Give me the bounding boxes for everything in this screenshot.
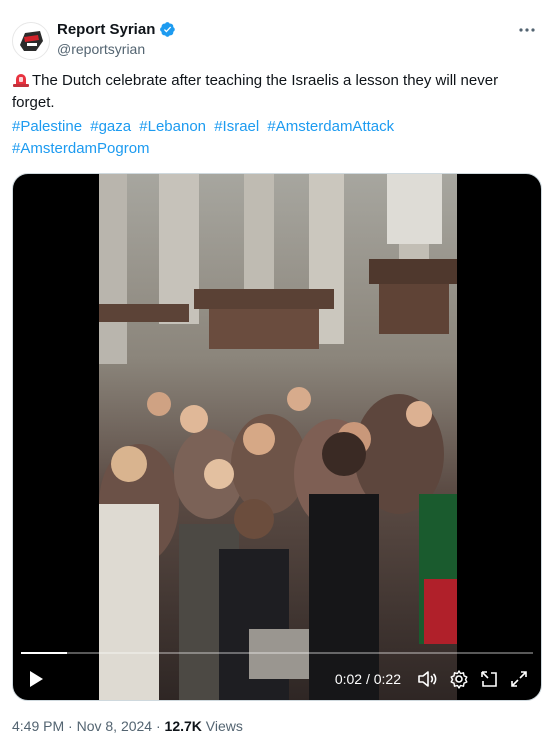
hashtag-list: #Palestine #gaza #Lebanon #Israel #Amste… bbox=[12, 116, 512, 160]
tweet-body: The Dutch celebrate after teaching the I… bbox=[12, 72, 499, 111]
avatar-logo bbox=[13, 23, 49, 59]
meta-separator: · bbox=[155, 718, 161, 734]
progress-fill bbox=[21, 652, 68, 654]
video-frame[interactable] bbox=[99, 174, 457, 701]
tweet-date[interactable]: Nov 8, 2024 bbox=[77, 718, 153, 734]
verified-badge-icon bbox=[160, 22, 176, 37]
more-options-icon[interactable] bbox=[517, 20, 537, 40]
tweet-meta: 4:49 PM · Nov 8, 2024 · 12.7K Views bbox=[12, 718, 243, 734]
video-time: 0:02 / 0:22 bbox=[334, 671, 401, 687]
play-icon[interactable] bbox=[27, 670, 45, 688]
avatar[interactable] bbox=[12, 22, 50, 60]
siren-icon bbox=[13, 74, 29, 87]
hashtag-link[interactable]: #AmsterdamAttack bbox=[267, 118, 394, 135]
video-player[interactable]: 0:02 / 0:22 bbox=[12, 173, 542, 701]
display-name[interactable]: Report Syrian bbox=[57, 21, 155, 38]
hashtag-link[interactable]: #AmsterdamPogrom bbox=[12, 140, 150, 157]
video-controls: 0:02 / 0:22 bbox=[13, 640, 541, 700]
tweet-header: Report Syrian @reportsyrian bbox=[12, 14, 539, 62]
name-row: Report Syrian bbox=[57, 21, 176, 38]
meta-separator: · bbox=[68, 718, 73, 734]
views-label: Views bbox=[205, 718, 243, 734]
tweet-time[interactable]: 4:49 PM bbox=[12, 718, 64, 734]
handle[interactable]: @reportsyrian bbox=[57, 41, 145, 57]
hashtag-link[interactable]: #gaza bbox=[90, 118, 131, 135]
settings-gear-icon[interactable] bbox=[449, 669, 469, 689]
progress-bar[interactable] bbox=[21, 652, 533, 654]
fullscreen-icon[interactable] bbox=[509, 669, 529, 689]
hashtag-link[interactable]: #Lebanon bbox=[139, 118, 206, 135]
hashtag-link[interactable]: #Palestine bbox=[12, 118, 82, 135]
volume-icon[interactable] bbox=[417, 669, 437, 689]
picture-in-picture-icon[interactable] bbox=[479, 669, 499, 689]
views-count: 12.7K bbox=[164, 718, 202, 734]
tweet-text: The Dutch celebrate after teaching the I… bbox=[12, 70, 542, 114]
hashtag-link[interactable]: #Israel bbox=[214, 118, 259, 135]
